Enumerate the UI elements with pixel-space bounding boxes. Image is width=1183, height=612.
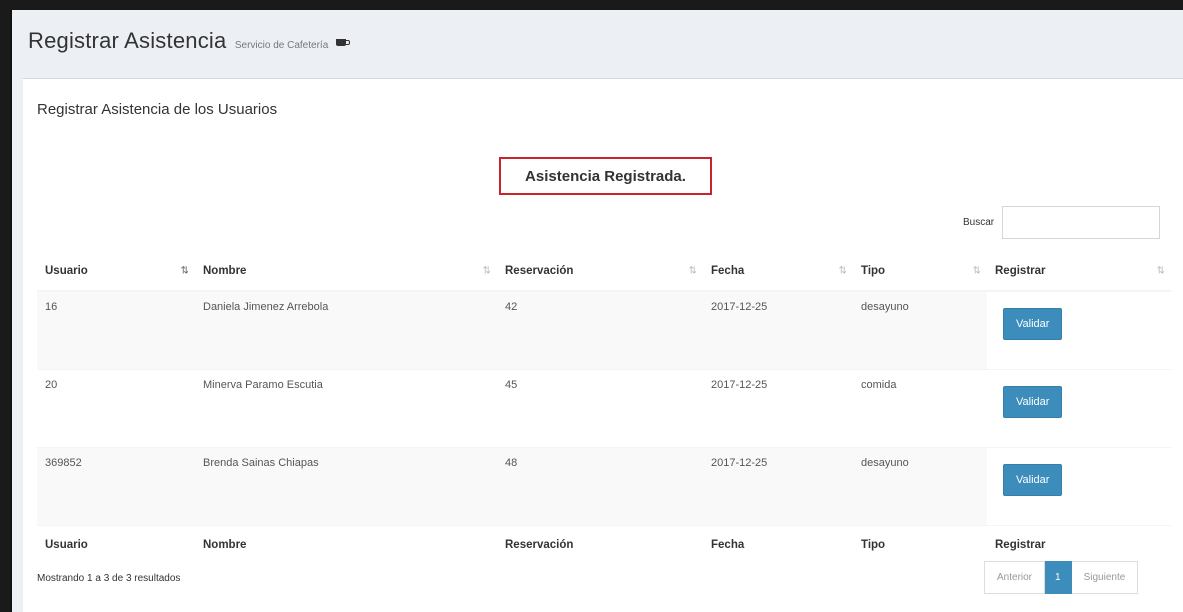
footer-label-nombre: Nombre (195, 524, 497, 565)
table-row: 369852 Brenda Sainas Chiapas 48 2017-12-… (37, 446, 1171, 525)
table-row: 16 Daniela Jimenez Arrebola 42 2017-12-2… (37, 290, 1171, 369)
footer-label-fecha: Fecha (703, 524, 853, 565)
attendance-table: Usuario ⇅ Nombre ⇅ Reservación ⇅ Fecha ⇅ Tip… (37, 251, 1171, 565)
validate-button[interactable]: Validar (1003, 385, 1063, 418)
sort-icon: ⇅ (838, 265, 848, 276)
sort-icon: ⇅ (972, 265, 982, 276)
cell-usuario: 20 (37, 368, 195, 447)
cell-registrar: Validar (987, 368, 1171, 447)
page-number-button[interactable]: 1 (1045, 561, 1072, 594)
cell-usuario: 16 (37, 290, 195, 369)
cell-fecha: 2017-12-25 (703, 446, 853, 525)
next-page-button[interactable]: Siguiente (1071, 561, 1139, 594)
footer-label-tipo: Tipo (853, 524, 987, 565)
sort-icon: ⇅ (688, 265, 698, 276)
pagination: Anterior 1 Siguiente (984, 561, 1139, 594)
footer-label-registrar: Registrar (987, 524, 1171, 565)
column-header-label: Registrar (995, 264, 1046, 277)
cell-reservacion: 42 (497, 290, 703, 369)
previous-page-button[interactable]: Anterior (984, 561, 1046, 594)
cell-registrar: Validar (987, 446, 1171, 525)
cell-nombre: Daniela Jimenez Arrebola (195, 290, 497, 369)
validate-button[interactable]: Validar (1003, 308, 1063, 340)
results-info: Mostrando 1 a 3 de 3 resultados (37, 573, 181, 584)
column-header-label: Usuario (45, 264, 88, 277)
cell-usuario: 369852 (37, 446, 195, 525)
sort-asc-icon: ⇅ (180, 265, 190, 276)
column-header-reservacion[interactable]: Reservación ⇅ (497, 251, 703, 292)
search-input[interactable] (1002, 206, 1161, 239)
box-title: Registrar Asistencia de los Usuarios (37, 101, 278, 118)
search-label: Buscar (963, 217, 995, 228)
column-header-label: Tipo (861, 264, 886, 277)
validate-button[interactable]: Validar (1003, 463, 1063, 496)
column-header-nombre[interactable]: Nombre ⇅ (195, 251, 497, 292)
table-header-row: Usuario ⇅ Nombre ⇅ Reservación ⇅ Fecha ⇅ Tip… (37, 251, 1171, 292)
footer-label-usuario: Usuario (37, 524, 195, 565)
cell-tipo: desayuno (853, 446, 987, 525)
coffee-icon (335, 39, 350, 47)
sort-icon: ⇅ (482, 265, 492, 276)
search-filter: Buscar (963, 206, 1161, 239)
content-header: Registrar Asistencia Servicio de Cafeter… (12, 10, 1183, 78)
cell-registrar: Validar (987, 290, 1171, 369)
column-header-label: Fecha (711, 264, 745, 277)
cell-tipo: desayuno (853, 290, 987, 369)
attendance-registered-alert: Asistencia Registrada. (499, 157, 712, 195)
column-header-registrar[interactable]: Registrar ⇅ (987, 251, 1171, 292)
page-title: Registrar Asistencia (28, 28, 227, 53)
table-footer-row: Usuario Nombre Reservación Fecha Tipo Re… (37, 524, 1171, 565)
column-header-usuario[interactable]: Usuario ⇅ (37, 251, 195, 292)
column-header-label: Nombre (203, 264, 247, 277)
footer-label-reservacion: Reservación (497, 524, 703, 565)
cell-fecha: 2017-12-25 (703, 290, 853, 369)
sort-icon: ⇅ (1156, 265, 1166, 276)
page-subtitle: Servicio de Cafetería (234, 40, 329, 51)
cell-nombre: Minerva Paramo Escutia (195, 368, 497, 447)
attendance-box: Registrar Asistencia de los Usuarios Asi… (23, 78, 1183, 612)
column-header-tipo[interactable]: Tipo ⇅ (853, 251, 987, 292)
table-row: 20 Minerva Paramo Escutia 45 2017-12-25 … (37, 368, 1171, 447)
column-header-fecha[interactable]: Fecha ⇅ (703, 251, 853, 292)
app-frame: Registrar Asistencia Servicio de Cafeter… (10, 10, 1183, 612)
cell-reservacion: 48 (497, 446, 703, 525)
cell-reservacion: 45 (497, 368, 703, 447)
cell-tipo: comida (853, 368, 987, 447)
cell-fecha: 2017-12-25 (703, 368, 853, 447)
cell-nombre: Brenda Sainas Chiapas (195, 446, 497, 525)
column-header-label: Reservación (505, 264, 574, 277)
